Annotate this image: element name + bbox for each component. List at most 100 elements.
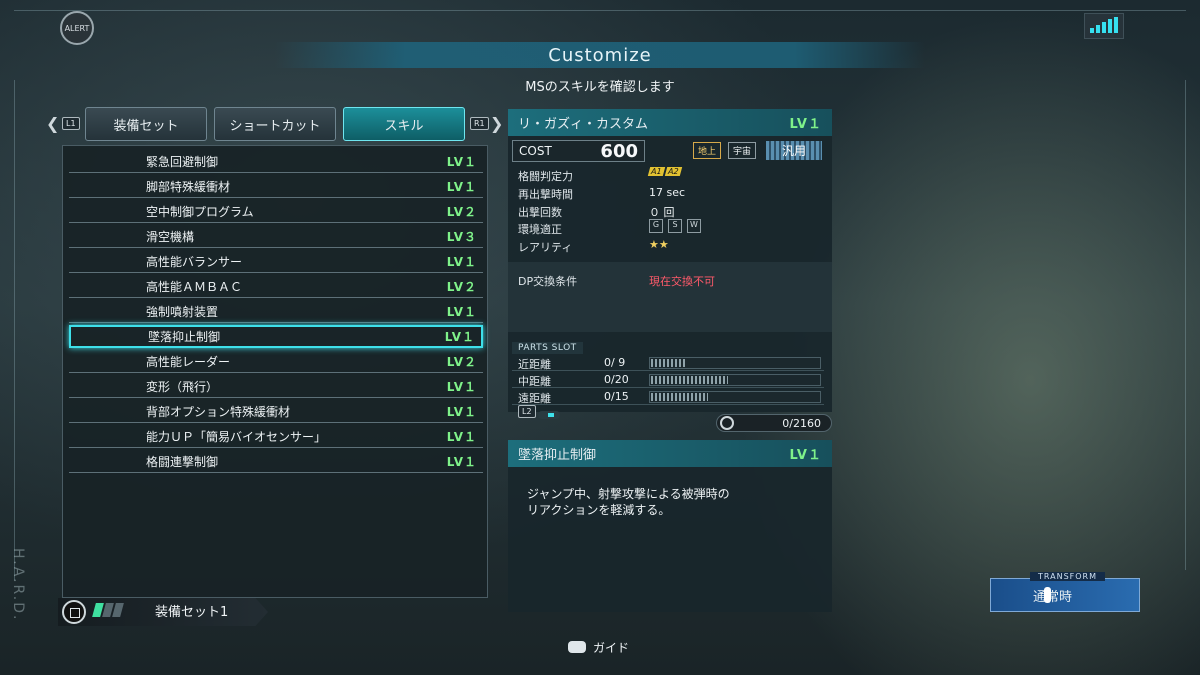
title-bar: Customize [275,42,925,68]
skill-name: 強制噴射装置 [146,304,219,319]
skill-row[interactable]: 脚部特殊緩衝材 LV１ [69,175,483,198]
unit-level: LV１ [789,117,822,132]
skill-level: LV１ [446,454,477,469]
skill-row[interactable]: 格闘連撃制御 LV１ [69,450,483,473]
skill-row[interactable]: 能力ＵＰ「簡易バイオセンサー」 LV１ [69,425,483,448]
skill-row[interactable]: 墜落抑止制御 LV１ [69,325,483,348]
skill-detail-header: 墜落抑止制御 LV１ [508,440,832,467]
slot-range-label: 遠距離 [518,392,551,405]
slot-count: 0/15 [604,390,629,403]
frame-top [14,10,1186,11]
skill-list: 緊急回避制御 LV１ 脚部特殊緩衝材 LV１ 空中制御プログラム LV２ 滑空機構 LV３ 高性… [62,145,488,598]
parts-slot-row: 遠距離 0/15 [512,389,824,405]
skill-name: 格闘連撃制御 [146,454,219,469]
parts-slot-row: 近距離 0/ 9 [512,355,824,371]
stat-respawn-value: 17 sec [649,186,686,199]
transform-state: 通常時 [1033,589,1073,605]
parts-slot-row: 中距離 0/20 [512,372,824,388]
unit-type-badge: 汎用 [766,141,822,160]
skill-level: LV１ [446,254,477,269]
skill-level: LV２ [446,354,477,369]
skill-name: 高性能バランサー [146,254,243,269]
skill-level: LV１ [446,429,477,444]
skill-row[interactable]: 滑空機構 LV３ [69,225,483,248]
watermark-text: H.A.R.D. [10,548,26,622]
frame-left [14,80,15,580]
slot-capacity-bar [649,374,821,386]
loadout-label: 装備セット1 [155,605,229,620]
skill-level: LV３ [446,229,477,244]
skill-level: LV１ [446,304,477,319]
skill-level: LV１ [446,379,477,394]
transform-tag: TRANSFORM [1030,572,1106,581]
guide-label[interactable]: ガイド [593,639,629,656]
skill-row[interactable]: 空中制御プログラム LV２ [69,200,483,223]
alert-button[interactable]: ALERT [60,11,94,45]
slot-count: 0/20 [604,373,629,386]
wrench-icon [720,416,734,430]
cost-value: 600 [600,140,638,162]
stat-rarity-label: レアリティ [518,241,573,254]
loadout-indicator [92,603,126,617]
skill-row[interactable]: 強制噴射装置 LV１ [69,300,483,323]
transform-icon [1044,587,1051,603]
skill-detail-level: LV１ [789,448,822,463]
tab-equipment-set[interactable]: 装備セット [85,107,207,141]
cost-label: COST [519,144,552,158]
frame-right [1185,80,1186,570]
skill-level: LV１ [446,179,477,194]
tab-prev-arrow-icon[interactable]: ❮ [46,114,59,133]
stat-sortie-value: ０ 回 [649,206,675,219]
square-button-icon [62,600,86,624]
skill-name: 脚部特殊緩衝材 [146,179,231,194]
slot-capacity-bar [649,357,821,369]
r1-button-tag: R1 [470,117,489,130]
stat-respawn-label: 再出撃時間 [518,188,573,201]
page-title: Customize [548,44,652,66]
skill-level: LV１ [444,330,475,344]
tab-shortcut[interactable]: ショートカット [214,107,336,141]
dp-status: 現在交換不可 [649,275,715,288]
skill-name: 高性能レーダー [146,354,231,369]
slot-range-label: 近距離 [518,358,551,371]
skill-name: 滑空機構 [146,229,195,244]
skill-row[interactable]: 高性能レーダー LV２ [69,350,483,373]
tab-skill[interactable]: スキル [343,107,465,141]
melee-grade-icon: A1 A2 [647,167,682,176]
skill-name: 背部オプション特殊緩衝材 [146,404,291,419]
skill-row[interactable]: 変形（飛行） LV１ [69,375,483,398]
terrain-space-badge: 宇宙 [728,142,757,159]
l2-button-tag: L2 [518,405,536,418]
skill-detail-name: 墜落抑止制御 [518,448,597,463]
touchpad-icon [568,641,586,653]
tab-next-arrow-icon[interactable]: ❯ [490,114,503,133]
stat-sortie-label: 出撃回数 [518,206,562,219]
dp-label: DP交換条件 [518,275,578,288]
skill-row[interactable]: 高性能バランサー LV１ [69,250,483,273]
slot-page-indicator [538,411,560,419]
skill-level: LV２ [446,279,477,294]
cost-box: COST 600 [512,140,645,162]
skill-row[interactable]: 背部オプション特殊緩衝材 LV１ [69,400,483,423]
skill-name: 緊急回避制御 [146,154,219,169]
skill-name: 高性能ＡＭＢＡＣ [146,279,243,294]
slot-range-label: 中距離 [518,375,551,388]
slot-count: 0/ 9 [604,356,626,369]
env-icons: G S W [649,219,701,233]
skill-description: ジャンプ中、射撃攻撃による被弾時の リアクションを軽減する。 [527,487,730,517]
signal-icon [1084,13,1124,39]
skill-row[interactable]: 緊急回避制御 LV１ [69,150,483,173]
skill-level: LV２ [446,204,477,219]
unit-name: リ・ガズィ・カスタム [518,117,649,132]
stat-env-label: 環境適正 [518,223,562,236]
skill-level: LV１ [446,154,477,169]
l1-button-tag: L1 [62,117,80,130]
skill-row[interactable]: 高性能ＡＭＢＡＣ LV２ [69,275,483,298]
skill-name: 変形（飛行） [146,379,219,394]
unit-header: リ・ガズィ・カスタム LV１ [508,109,832,136]
skill-level: LV１ [446,404,477,419]
skill-name: 空中制御プログラム [146,204,254,219]
transform-button[interactable]: 通常時 [990,578,1140,612]
stat-melee-label: 格闘判定力 [518,170,573,183]
stat-rarity-value: ★★ [649,238,669,251]
